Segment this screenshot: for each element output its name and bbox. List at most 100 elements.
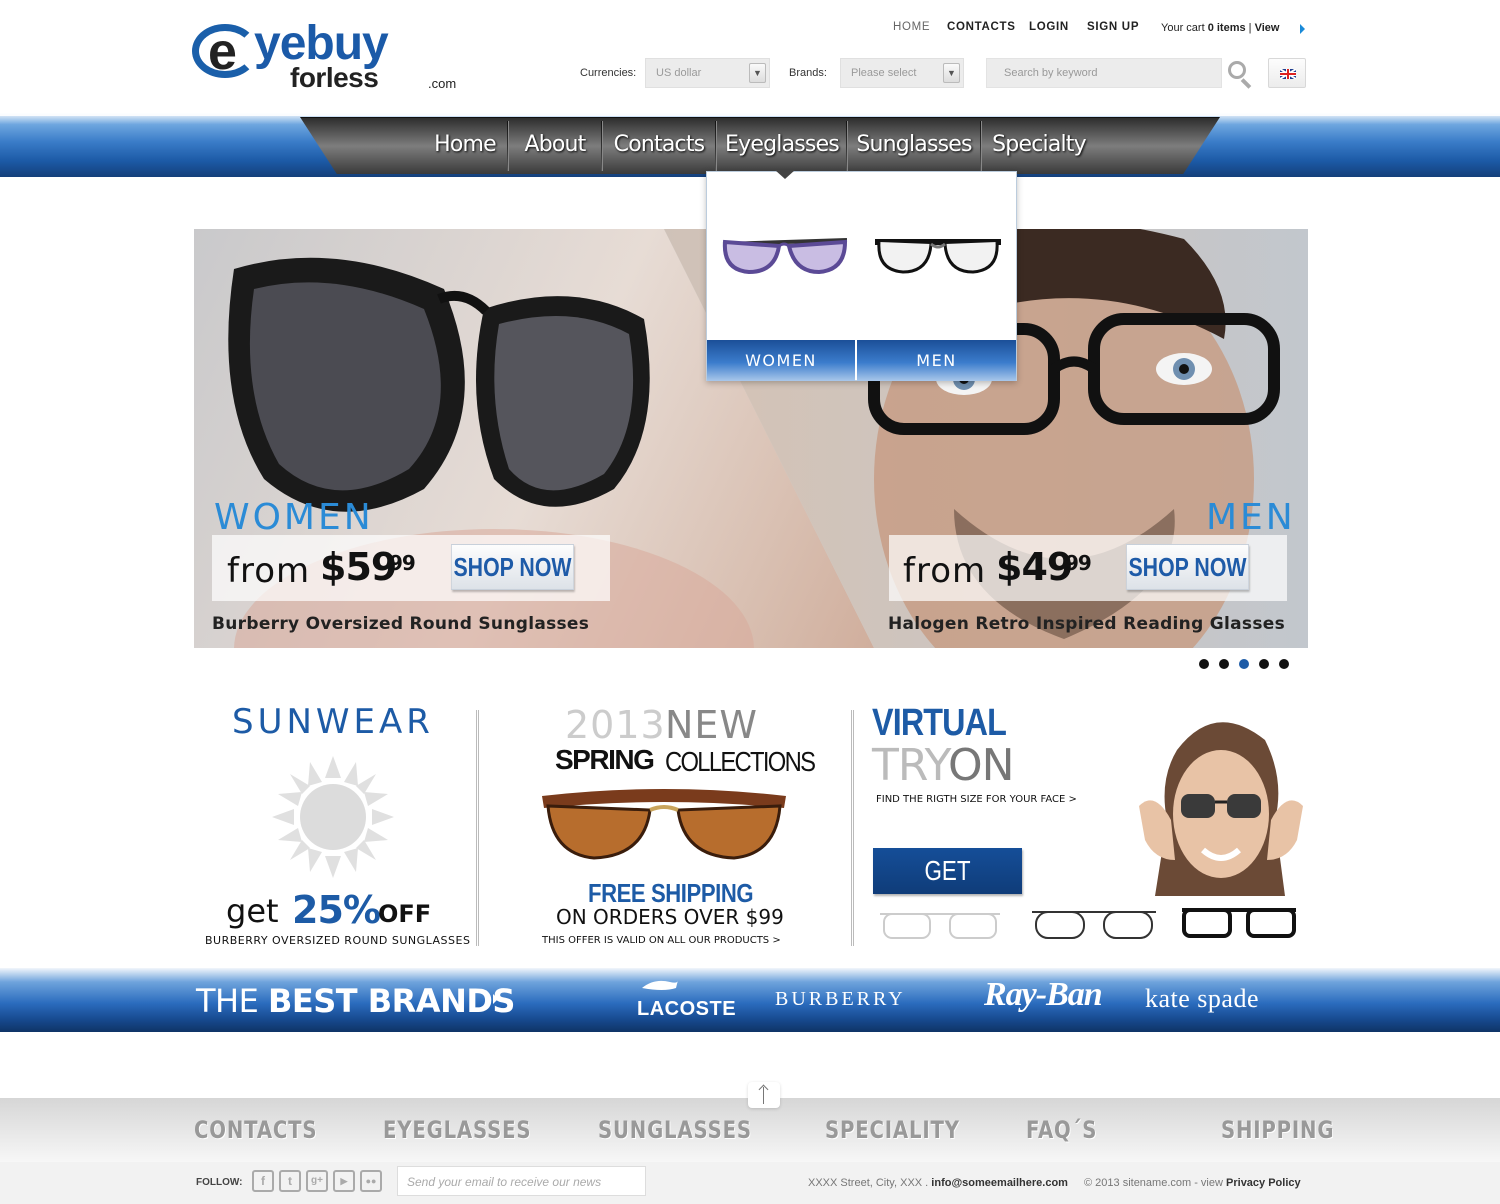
promo-divider bbox=[851, 710, 854, 946]
cart-prefix: Your cart bbox=[1161, 22, 1205, 34]
site-logo[interactable]: e yebuy forless .com bbox=[192, 18, 482, 98]
search-placeholder: Search by keyword bbox=[1004, 67, 1098, 79]
search-icon[interactable] bbox=[1228, 61, 1252, 89]
brand-kate-spade[interactable]: kate spade bbox=[1145, 984, 1259, 1014]
top-nav-contacts[interactable]: CONTACTS bbox=[947, 21, 1016, 37]
brand-rayban[interactable]: Ray-Ban bbox=[984, 976, 1103, 1014]
try-on-frame-1[interactable] bbox=[878, 906, 1002, 942]
footer-nav-contacts[interactable]: CONTACTS bbox=[194, 1116, 317, 1144]
facebook-icon[interactable]: f bbox=[252, 1170, 274, 1192]
currency-select[interactable]: US dollar ▼ bbox=[645, 58, 770, 88]
promo-divider bbox=[476, 710, 479, 946]
sunwear-subtitle[interactable]: BURBERRY OVERSIZED ROUND SUNGLASSES bbox=[205, 934, 470, 947]
slider-dot[interactable] bbox=[1199, 659, 1209, 669]
spring-new: NEW bbox=[665, 703, 759, 747]
nav-divider bbox=[846, 121, 848, 171]
footer-email-link[interactable]: info@someemailhere.com bbox=[931, 1177, 1068, 1189]
footer-address-text: XXXX Street, City, XXX . bbox=[808, 1177, 929, 1189]
get-started-button[interactable]: GET STARTED bbox=[873, 848, 1022, 932]
footer-nav-speciality[interactable]: SPECIALITY bbox=[825, 1116, 960, 1144]
hero-men-shop-button[interactable]: SHOP NOW bbox=[1126, 544, 1249, 590]
footer-nav-eyeglasses[interactable]: EYEGLASSES bbox=[383, 1116, 531, 1144]
sun-icon bbox=[272, 756, 394, 878]
chevron-down-icon: ▼ bbox=[749, 63, 766, 83]
hero-women-from: from bbox=[227, 551, 311, 591]
nav-home[interactable]: Home bbox=[424, 121, 506, 171]
hero-men-title: MEN bbox=[1206, 497, 1296, 538]
spring-sunglasses-image[interactable] bbox=[538, 786, 790, 866]
youtube-icon[interactable]: ▶ bbox=[333, 1170, 355, 1192]
hero-women-cents: 99 bbox=[389, 551, 416, 575]
footer-nav-shipping[interactable]: SHIPPING bbox=[1221, 1116, 1334, 1144]
search-input[interactable]: Search by keyword bbox=[986, 58, 1222, 88]
nav-about[interactable]: About bbox=[510, 121, 600, 171]
footer-nav-sunglasses[interactable]: SUNGLASSES bbox=[598, 1116, 752, 1144]
follow-label: FOLLOW: bbox=[196, 1177, 243, 1188]
nav-divider bbox=[507, 121, 509, 171]
top-nav-login[interactable]: LOGIN bbox=[1029, 21, 1069, 37]
nav-sunglasses[interactable]: Sunglasses bbox=[849, 121, 979, 171]
brands-title-a: THE bbox=[196, 982, 259, 1020]
hero-women-shop-button[interactable]: SHOP NOW bbox=[451, 544, 574, 590]
virtual-subtitle-link[interactable]: FIND THE RIGTH SIZE FOR YOUR FACE > bbox=[876, 794, 1077, 805]
brands-select[interactable]: Please select ▼ bbox=[840, 58, 964, 88]
googleplus-icon[interactable]: g+ bbox=[306, 1170, 328, 1192]
nav-specialty[interactable]: Specialty bbox=[983, 121, 1095, 171]
hero-men-price: $49 bbox=[996, 545, 1073, 589]
flickr-icon[interactable]: ●● bbox=[360, 1170, 382, 1192]
sunwear-title: SUNWEAR bbox=[232, 702, 434, 742]
dropdown-tab-men[interactable]: MEN bbox=[857, 340, 1016, 381]
privacy-policy-link[interactable]: Privacy Policy bbox=[1226, 1177, 1301, 1189]
back-to-top-button[interactable] bbox=[748, 1082, 780, 1108]
free-shipping-orders: ON ORDERS OVER $99 bbox=[556, 905, 784, 929]
virtual-title-b: TRY bbox=[872, 740, 952, 791]
nav-eyeglasses[interactable]: Eyeglasses bbox=[718, 121, 846, 171]
uk-flag-icon bbox=[1280, 69, 1296, 79]
slider-dot[interactable] bbox=[1259, 659, 1269, 669]
slider-dot[interactable] bbox=[1279, 659, 1289, 669]
free-shipping-valid-link[interactable]: THIS OFFER IS VALID ON ALL OUR PRODUCTS … bbox=[542, 935, 781, 946]
dropdown-tab-women[interactable]: WOMEN bbox=[707, 340, 855, 381]
slider-dot[interactable] bbox=[1239, 659, 1249, 669]
hero-men-from: from bbox=[903, 551, 987, 591]
language-button[interactable] bbox=[1268, 58, 1306, 88]
slider-dot[interactable] bbox=[1219, 659, 1229, 669]
newsletter-email-input[interactable]: Send your email to receive our news bbox=[397, 1166, 646, 1196]
try-on-frame-3[interactable] bbox=[1180, 904, 1298, 942]
eyeglasses-dropdown: WOMEN MEN bbox=[706, 170, 1017, 381]
top-nav-signup[interactable]: SIGN UP bbox=[1087, 21, 1139, 37]
nav-divider bbox=[601, 121, 603, 171]
twitter-icon[interactable]: t bbox=[279, 1170, 301, 1192]
nav-contacts[interactable]: Contacts bbox=[604, 121, 714, 171]
brands-label: Brands: bbox=[789, 67, 827, 79]
sunwear-get: get bbox=[226, 892, 279, 930]
model-photo bbox=[1139, 722, 1303, 896]
spring-title-b: COLLECTIONS bbox=[665, 746, 816, 777]
hero-women-title: WOMEN bbox=[214, 497, 374, 538]
brand-lacoste[interactable]: LACOSTE bbox=[637, 998, 736, 1021]
nav-divider bbox=[715, 121, 717, 171]
womens-glasses-image[interactable] bbox=[719, 232, 851, 278]
logo-letter-e: e bbox=[208, 23, 237, 81]
brands-title-b: BEST BRANDS bbox=[268, 982, 515, 1020]
sunwear-off: OFF bbox=[378, 900, 432, 928]
cart-count: 0 items bbox=[1207, 22, 1246, 34]
spring-title-a: SPRING bbox=[555, 744, 655, 775]
currencies-label: Currencies: bbox=[580, 67, 637, 79]
cart-summary: Your cart 0 items | View bbox=[1161, 22, 1279, 34]
virtual-title-a: VIRTUAL bbox=[872, 702, 1007, 744]
brand-burberry[interactable]: BURBERRY bbox=[775, 988, 906, 1011]
footer-nav-faqs[interactable]: FAQ´S bbox=[1026, 1116, 1097, 1144]
mens-glasses-image[interactable] bbox=[871, 232, 1005, 278]
cart-arrow-icon[interactable] bbox=[1300, 24, 1305, 34]
cart-view-link[interactable]: View bbox=[1255, 22, 1280, 34]
footer-address: XXXX Street, City, XXX . info@someemailh… bbox=[808, 1177, 1068, 1189]
hero-women-desc: Burberry Oversized Round Sunglasses bbox=[212, 614, 590, 634]
hero-men-cents: 99 bbox=[1065, 551, 1092, 575]
try-on-frame-2[interactable] bbox=[1030, 904, 1158, 942]
brands-arrow-icon[interactable] bbox=[493, 994, 498, 1004]
top-nav-home[interactable]: HOME bbox=[893, 21, 930, 37]
newsletter-placeholder: Send your email to receive our news bbox=[407, 1175, 602, 1189]
logo-word-forless: forless bbox=[290, 62, 379, 93]
currency-select-value: US dollar bbox=[656, 67, 702, 79]
